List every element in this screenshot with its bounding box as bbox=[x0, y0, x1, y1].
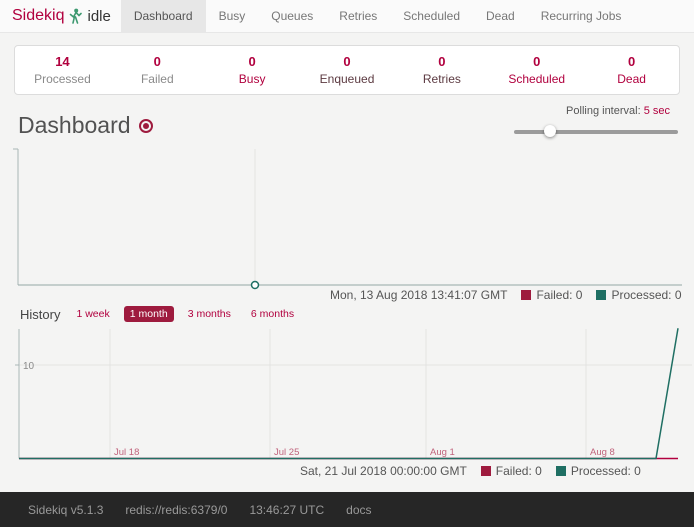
history-title: History bbox=[20, 307, 60, 322]
footer-utc-time: 13:46:27 UTC bbox=[249, 503, 324, 517]
range-1-week-button[interactable]: 1 week bbox=[70, 306, 115, 322]
stat-failed-value: 0 bbox=[154, 54, 161, 69]
brand-name: Sidekiq bbox=[12, 7, 64, 25]
summary-bar: 14 Processed 0 Failed 0 Busy 0 Enqueued … bbox=[14, 45, 680, 95]
processed-swatch-icon bbox=[556, 466, 566, 476]
stat-scheduled-value: 0 bbox=[533, 54, 540, 69]
stat-processed-label: Processed bbox=[34, 72, 91, 86]
tab-recurring-jobs[interactable]: Recurring Jobs bbox=[528, 0, 635, 32]
navbar: Sidekiq idle Dashboard Busy Queues Retri… bbox=[0, 0, 694, 33]
range-6-months-button[interactable]: 6 months bbox=[245, 306, 300, 322]
history-legend-time: Sat, 21 Jul 2018 00:00:00 GMT bbox=[300, 464, 467, 478]
y-tick-10: 10 bbox=[23, 361, 35, 372]
polling-interval: Polling interval: 5 sec bbox=[510, 105, 680, 137]
polling-interval-slider[interactable] bbox=[510, 125, 680, 137]
tab-retries[interactable]: Retries bbox=[326, 0, 390, 32]
tab-busy[interactable]: Busy bbox=[206, 0, 259, 32]
history-failed-count: Failed: 0 bbox=[496, 464, 542, 478]
tab-dashboard[interactable]: Dashboard bbox=[121, 0, 206, 32]
stat-failed: 0 Failed bbox=[110, 46, 205, 94]
processed-swatch-icon bbox=[596, 290, 606, 300]
slider-thumb[interactable] bbox=[544, 125, 556, 137]
history-header: History 1 week 1 month 3 months 6 months bbox=[20, 306, 300, 322]
realtime-legend: Mon, 13 Aug 2018 13:41:07 GMT Failed: 0 … bbox=[0, 288, 694, 302]
stat-enqueued[interactable]: 0 Enqueued bbox=[300, 46, 395, 94]
slider-track[interactable] bbox=[514, 130, 678, 134]
range-3-months-button[interactable]: 3 months bbox=[182, 306, 237, 322]
footer: Sidekiq v5.1.3 redis://redis:6379/0 13:4… bbox=[0, 492, 694, 527]
history-processed-line bbox=[19, 328, 678, 458]
stat-dead-value: 0 bbox=[628, 54, 635, 69]
status-text: idle bbox=[87, 8, 110, 25]
stat-busy-value: 0 bbox=[249, 54, 256, 69]
x-tick-jul-18: Jul 18 bbox=[114, 447, 139, 458]
stat-enqueued-link[interactable]: Enqueued bbox=[320, 72, 375, 86]
stat-scheduled[interactable]: 0 Scheduled bbox=[489, 46, 584, 94]
stat-retries[interactable]: 0 Retries bbox=[394, 46, 489, 94]
tab-scheduled[interactable]: Scheduled bbox=[390, 0, 473, 32]
tab-queues[interactable]: Queues bbox=[258, 0, 326, 32]
stat-retries-value: 0 bbox=[438, 54, 445, 69]
polling-interval-value: 5 sec bbox=[644, 105, 670, 117]
realtime-chart bbox=[0, 145, 694, 293]
failed-swatch-icon bbox=[521, 290, 531, 300]
stat-scheduled-link[interactable]: Scheduled bbox=[508, 72, 565, 86]
docs-link[interactable]: docs bbox=[346, 503, 371, 517]
footer-version: Sidekiq v5.1.3 bbox=[28, 503, 103, 517]
x-tick-jul-25: Jul 25 bbox=[274, 447, 299, 458]
range-1-month-button[interactable]: 1 month bbox=[124, 306, 174, 322]
stat-failed-label: Failed bbox=[141, 72, 174, 86]
dashboard-header: Dashboard bbox=[18, 112, 153, 139]
polling-interval-label: Polling interval: bbox=[566, 105, 641, 117]
live-beacon-icon bbox=[139, 119, 153, 133]
stat-busy[interactable]: 0 Busy bbox=[205, 46, 300, 94]
page-title: Dashboard bbox=[18, 112, 131, 139]
realtime-failed-count: Failed: 0 bbox=[536, 288, 582, 302]
stat-retries-link[interactable]: Retries bbox=[423, 72, 461, 86]
x-tick-aug-1: Aug 1 bbox=[430, 447, 455, 458]
history-legend: Sat, 21 Jul 2018 00:00:00 GMT Failed: 0 … bbox=[0, 464, 694, 478]
nav-tabs: Dashboard Busy Queues Retries Scheduled … bbox=[121, 0, 635, 32]
history-processed-count: Processed: 0 bbox=[571, 464, 641, 478]
history-chart: 10 Jul 18 Jul 25 Aug 1 Aug 8 bbox=[0, 326, 694, 464]
stat-dead[interactable]: 0 Dead bbox=[584, 46, 679, 94]
history-range-buttons: 1 week 1 month 3 months 6 months bbox=[70, 306, 300, 322]
realtime-legend-time: Mon, 13 Aug 2018 13:41:07 GMT bbox=[330, 288, 507, 302]
realtime-processed-count: Processed: 0 bbox=[611, 288, 681, 302]
x-tick-aug-8: Aug 8 bbox=[590, 447, 615, 458]
sidekiq-logo-icon bbox=[69, 8, 82, 24]
stat-busy-link[interactable]: Busy bbox=[239, 72, 266, 86]
stat-dead-link[interactable]: Dead bbox=[617, 72, 646, 86]
failed-swatch-icon bbox=[481, 466, 491, 476]
stat-enqueued-value: 0 bbox=[343, 54, 350, 69]
stat-processed-value: 14 bbox=[55, 54, 69, 69]
brand[interactable]: Sidekiq idle bbox=[0, 0, 121, 32]
stat-processed: 14 Processed bbox=[15, 46, 110, 94]
tab-dead[interactable]: Dead bbox=[473, 0, 528, 32]
footer-redis-url: redis://redis:6379/0 bbox=[125, 503, 227, 517]
